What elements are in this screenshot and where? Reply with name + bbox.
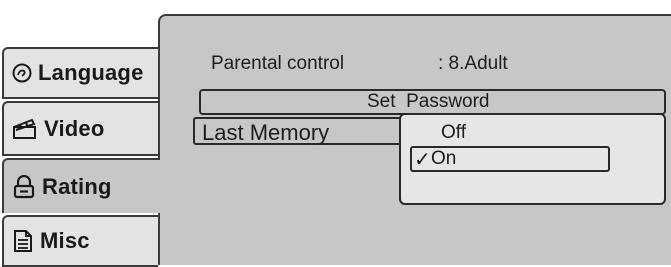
last-memory-label: Last Memory (202, 120, 330, 145)
language-icon (12, 63, 32, 83)
lock-icon (12, 174, 36, 199)
parental-control-label: Parental control (211, 53, 345, 74)
last-memory-row[interactable]: Last Memory (193, 117, 403, 145)
tab-misc-label: Misc (40, 228, 90, 253)
set-password-row[interactable]: Set Password (199, 89, 666, 115)
tab-language-label: Language (38, 60, 144, 85)
tab-rating[interactable]: Rating (2, 158, 160, 213)
tab-video-label: Video (44, 115, 105, 141)
option-on-label: On (431, 148, 457, 169)
clapperboard-icon (12, 118, 38, 140)
tab-video[interactable]: Video (2, 101, 158, 156)
document-icon (12, 229, 34, 253)
option-on[interactable]: ✓ On (410, 146, 610, 172)
tab-rating-label: Rating (42, 173, 112, 199)
tab-misc[interactable]: Misc (2, 215, 158, 267)
set-password-label: Set Password (367, 91, 490, 112)
option-off[interactable]: Off (441, 122, 466, 144)
parental-control-value[interactable]: : 8.Adult (438, 53, 508, 75)
tab-language[interactable]: Language (2, 47, 158, 99)
check-icon: ✓ (414, 149, 431, 171)
